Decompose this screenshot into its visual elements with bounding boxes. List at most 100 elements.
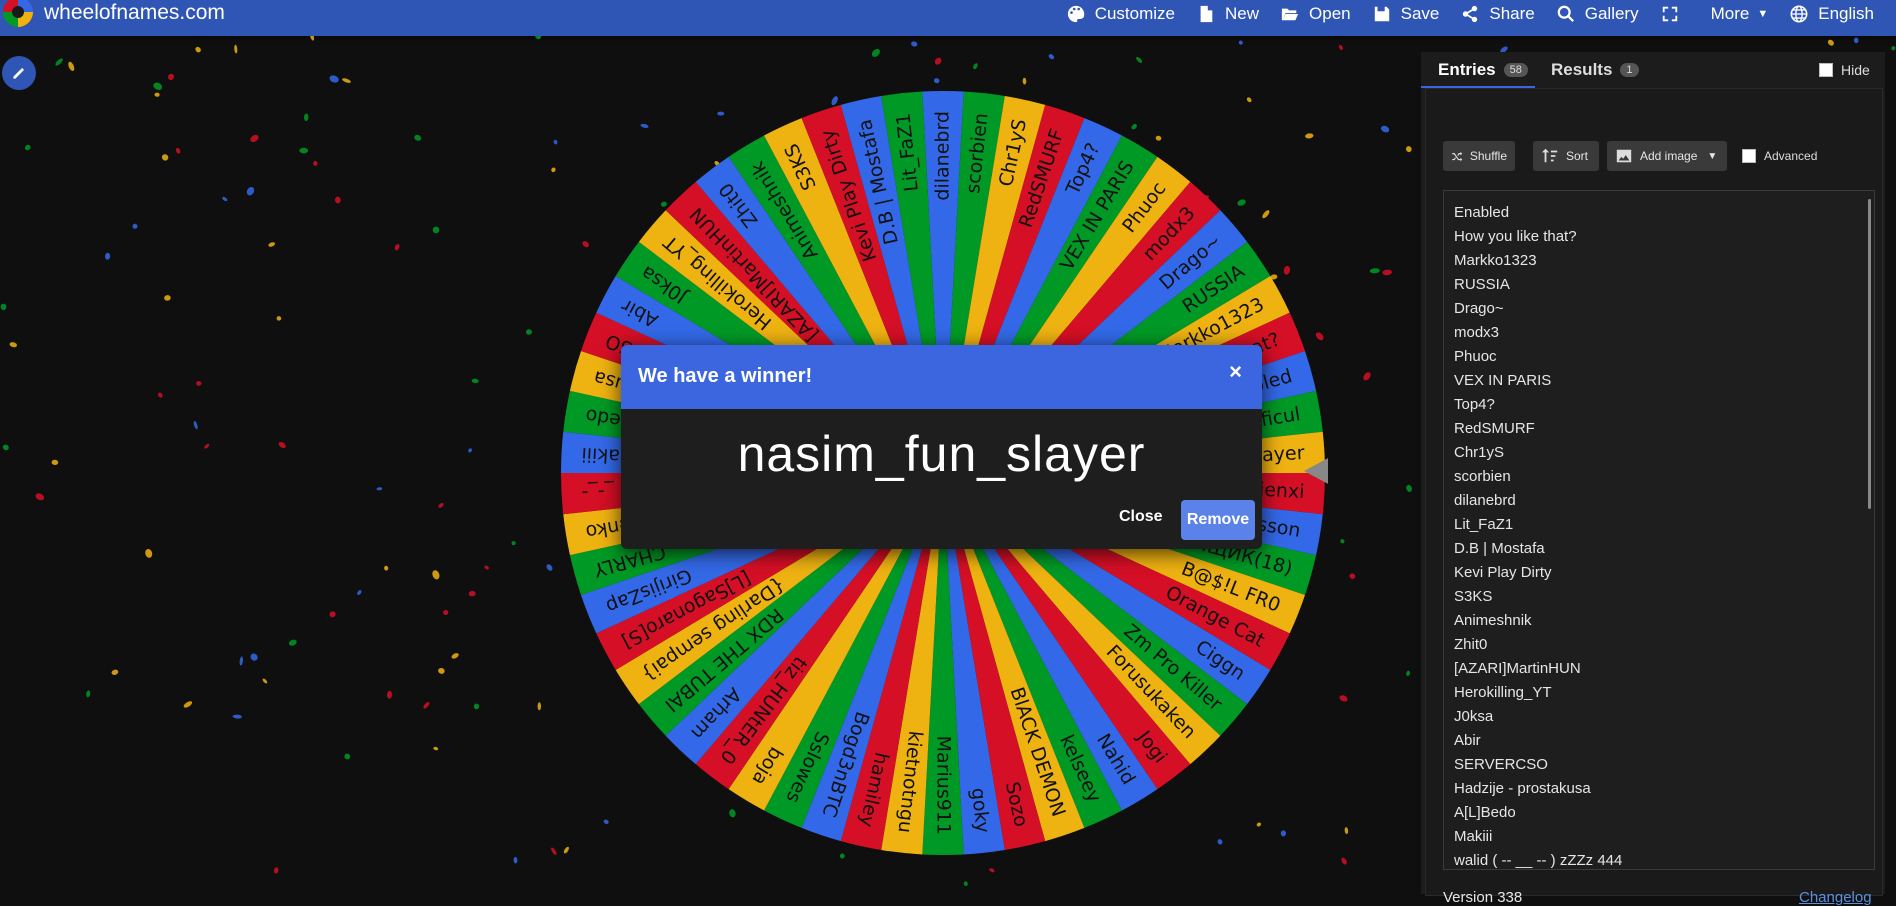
confetti-piece (104, 252, 111, 260)
main-menu: Customize New Open Save Share Gallery Mo… (1067, 0, 1896, 28)
save-button[interactable]: Save (1373, 4, 1439, 24)
confetti-piece (250, 134, 259, 143)
confetti-piece (438, 503, 444, 508)
image-icon (1616, 149, 1632, 163)
confetti-piece (262, 678, 268, 684)
new-button[interactable]: New (1197, 4, 1259, 24)
open-button[interactable]: Open (1281, 4, 1351, 24)
entry-item: Abir (1454, 732, 1481, 749)
confetti-piece (1382, 269, 1392, 276)
confetti-piece (9, 342, 18, 348)
tab-results[interactable]: Results 1 (1551, 60, 1639, 80)
confetti-piece (288, 639, 297, 646)
gallery-label: Gallery (1584, 4, 1639, 23)
customize-button[interactable]: Customize (1067, 4, 1175, 24)
confetti-piece (511, 541, 516, 546)
search-icon (1557, 5, 1574, 22)
edit-wheel-button[interactable] (2, 56, 36, 90)
confetti-piece (313, 160, 318, 166)
confetti-piece (196, 381, 202, 386)
confetti-piece (86, 690, 91, 698)
advanced-checkbox[interactable] (1742, 149, 1756, 163)
entry-item: modx3 (1454, 324, 1500, 341)
close-icon[interactable]: × (1229, 359, 1242, 385)
hide-checkbox[interactable] (1819, 63, 1833, 77)
confetti-piece (158, 392, 163, 398)
changelog-link[interactable]: Changelog (1799, 889, 1872, 906)
language-button[interactable]: English (1790, 4, 1874, 24)
close-button[interactable]: Close (1119, 508, 1163, 526)
entry-item: VEX IN PARIS (1454, 372, 1552, 389)
customize-label: Customize (1094, 4, 1176, 23)
confetti-piece (473, 703, 480, 710)
advanced-toggle[interactable]: Advanced (1742, 149, 1817, 163)
confetti-piece (1048, 54, 1055, 60)
entry-item: Markko1323 (1454, 252, 1537, 269)
confetti-piece (433, 746, 439, 751)
entry-item: Lit_FaZ1 (1454, 516, 1514, 533)
shuffle-button[interactable]: Shuffle (1443, 141, 1515, 171)
entries-textarea[interactable]: Enabled How you like that? Markko1323 RUSSI… (1443, 190, 1875, 870)
sort-icon (1541, 148, 1558, 163)
confetti-piece (394, 244, 400, 251)
top-navbar: wheelofnames.com Customize New Open Save… (0, 0, 1896, 36)
globe-icon (1790, 5, 1808, 23)
entry-item: Drago~ (1454, 300, 1504, 317)
gallery-button[interactable]: Gallery (1557, 4, 1639, 24)
advanced-label: Advanced (1764, 149, 1818, 163)
entry-item: Hadzije - prostakusa (1454, 780, 1591, 797)
confetti-piece (276, 316, 282, 321)
share-icon (1463, 5, 1478, 23)
pencil-icon (13, 68, 24, 79)
winner-name: nasim_fun_slayer (737, 426, 1146, 482)
entries-list: Enabled How you like that? Markko1323 RUSSI… (1454, 201, 1622, 869)
dialog-header: We have a winner! × (621, 345, 1262, 409)
entry-item: RedSMURF (1454, 420, 1535, 437)
fullscreen-icon (1662, 6, 1677, 22)
entry-item: Herokilling_YT (1454, 684, 1552, 701)
entry-item: Makiii (1454, 828, 1493, 845)
confetti-piece (239, 656, 243, 666)
open-label: Open (1309, 4, 1351, 23)
confetti-piece (111, 669, 119, 675)
confetti-piece (222, 196, 228, 202)
entry-item: Animeshnik (1454, 612, 1532, 629)
winner-dialog: We have a winner! × nasim_fun_slayer Clo… (621, 345, 1262, 549)
add-image-button[interactable]: Add image ▼ (1607, 141, 1727, 171)
entries-box: Shuffle Sort Add image ▼ Advanced Enable… (1425, 88, 1883, 906)
tab-entries-label: Entries (1438, 60, 1496, 79)
confetti-piece (468, 590, 476, 597)
shuffle-label: Shuffle (1469, 149, 1507, 163)
entry-item: J0ksa (1454, 708, 1494, 725)
remove-button[interactable]: Remove (1181, 500, 1255, 540)
confetti-piece (273, 867, 279, 874)
sort-button[interactable]: Sort (1533, 141, 1599, 171)
tab-entries[interactable]: Entries 58 (1438, 60, 1528, 80)
fullscreen-button[interactable] (1661, 5, 1689, 23)
entry-item: How you like that? (1454, 228, 1577, 245)
confetti-piece (934, 57, 942, 65)
confetti-piece (484, 565, 489, 570)
wheel-label: _-_- (581, 480, 616, 504)
confetti-piece (438, 667, 445, 674)
confetti-piece (2, 444, 9, 451)
confetti-piece (1405, 146, 1412, 153)
more-button[interactable]: More ▼ (1711, 4, 1769, 24)
confetti-piece (551, 847, 557, 855)
entry-item: S3KS (1454, 588, 1493, 605)
entry-item: scorbien (1454, 468, 1511, 485)
confetti-piece (526, 329, 532, 335)
wheel-logo-icon[interactable] (2, 0, 34, 28)
confetti-piece (443, 609, 449, 616)
confetti-piece (310, 36, 315, 41)
confetti-piece (1338, 45, 1343, 50)
share-button[interactable]: Share (1461, 4, 1535, 24)
entry-item: Chr1yS (1454, 444, 1505, 461)
site-name[interactable]: wheelofnames.com (44, 1, 225, 25)
confetti-piece (204, 443, 210, 449)
entries-scrollbar[interactable] (1868, 199, 1871, 509)
entry-item: Kevi Play Dirty (1454, 564, 1552, 581)
confetti-piece (35, 493, 45, 501)
hide-toggle[interactable]: Hide (1819, 62, 1870, 78)
entry-item: Zhit0 (1454, 636, 1488, 653)
